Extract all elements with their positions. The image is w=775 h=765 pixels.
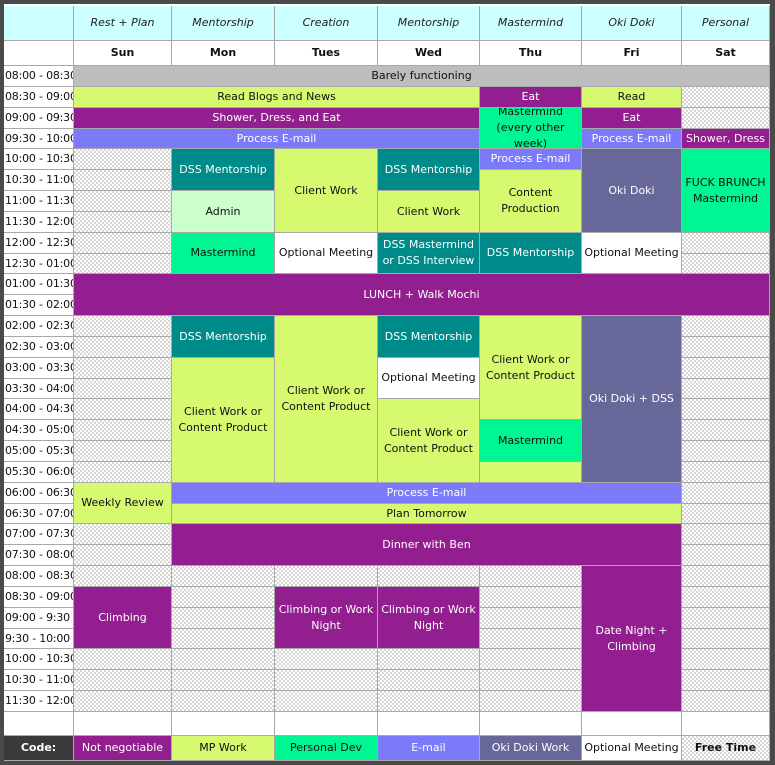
schedule-event[interactable]: Optional Meeting	[275, 233, 378, 274]
schedule-event[interactable]: Client Work or Content Product	[378, 399, 480, 483]
schedule-event[interactable]	[480, 462, 582, 483]
schedule-event[interactable]: Optional Meeting	[582, 233, 682, 274]
schedule-event[interactable]: Shower, Dress	[682, 129, 770, 149]
schedule-event[interactable]: DSS Mentorship	[172, 316, 275, 358]
schedule-event[interactable]: Client Work or Content Product	[275, 316, 378, 483]
schedule-event[interactable]: Weekly Review	[74, 483, 172, 524]
schedule-event[interactable]: Client Work or Content Product	[480, 316, 582, 420]
schedule-event[interactable]: Read Blogs and News	[74, 87, 480, 108]
schedule-event[interactable]: Client Work	[378, 191, 480, 233]
schedule-event[interactable]: Dinner with Ben	[172, 524, 682, 566]
schedule-event[interactable]: Read	[582, 87, 682, 108]
schedule-event[interactable]: LUNCH + Walk Mochi	[74, 274, 770, 316]
schedule-event[interactable]: Shower, Dress, and Eat	[74, 108, 480, 129]
schedule-event[interactable]: DSS Mastermind or DSS Interview	[378, 233, 480, 274]
schedule-event[interactable]: Process E-mail	[74, 129, 480, 149]
schedule-event[interactable]: DSS Mentorship	[378, 316, 480, 358]
schedule-event[interactable]: Climbing	[74, 587, 172, 649]
schedule-event[interactable]: DSS Mentorship	[172, 149, 275, 191]
schedule-event[interactable]: Mastermind (every other week)	[480, 108, 582, 149]
schedule-event[interactable]: Date Night + Climbing	[582, 566, 682, 712]
schedule-event[interactable]: Oki Doki	[582, 149, 682, 233]
schedule-event[interactable]: Eat	[480, 87, 582, 108]
schedule-event[interactable]: Optional Meeting	[378, 358, 480, 399]
schedule-event[interactable]: Barely functioning	[74, 66, 770, 87]
schedule-event[interactable]: Climbing or Work Night	[275, 587, 378, 649]
schedule-event[interactable]: Process E-mail	[172, 483, 682, 504]
schedule-event[interactable]: Client Work or Content Product	[172, 358, 275, 483]
schedule-event[interactable]: Content Production	[480, 170, 582, 233]
schedule-event[interactable]: Mastermind	[480, 420, 582, 462]
schedule-event[interactable]: Client Work	[275, 149, 378, 233]
schedule-event[interactable]: Process E-mail	[480, 149, 582, 170]
schedule-event[interactable]: Admin	[172, 191, 275, 233]
schedule-event[interactable]: FUCK BRUNCH Mastermind	[682, 149, 770, 233]
schedule-event[interactable]: Climbing or Work Night	[378, 587, 480, 649]
schedule-event[interactable]: DSS Mentorship	[378, 149, 480, 191]
schedule-event[interactable]: Mastermind	[172, 233, 275, 274]
schedule-event[interactable]: Oki Doki + DSS	[582, 316, 682, 483]
schedule-event[interactable]: Eat	[582, 108, 682, 129]
schedule-event[interactable]: DSS Mentorship	[480, 233, 582, 274]
schedule-event[interactable]: Process E-mail	[582, 129, 682, 149]
schedule-event[interactable]: Plan Tomorrow	[172, 504, 682, 524]
